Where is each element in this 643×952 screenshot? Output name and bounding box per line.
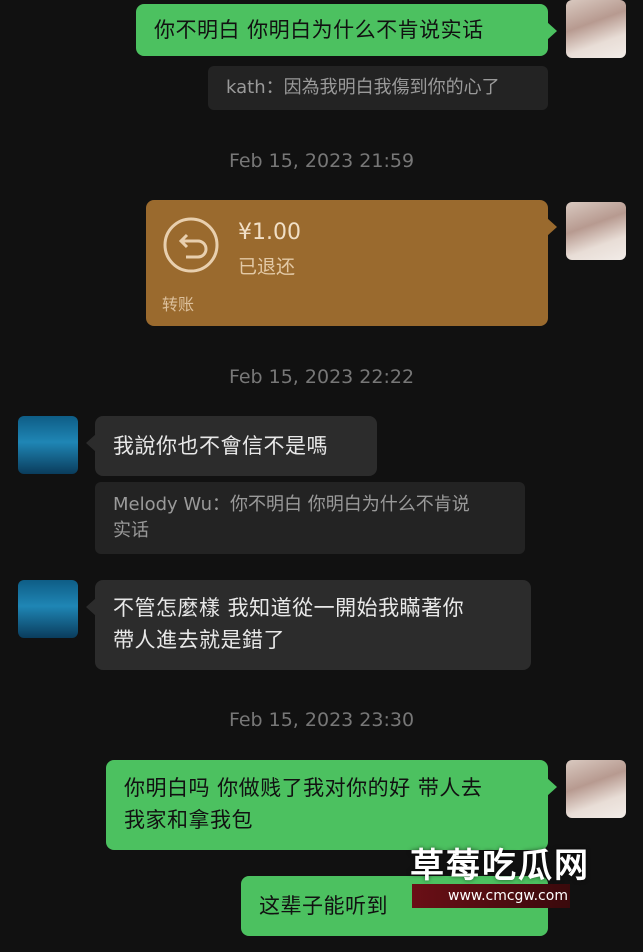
transfer-card[interactable]: ¥1.00 已退还 转账 [146,200,557,326]
timestamp: Feb 15, 2023 21:59 [228,150,415,172]
quoted-text: kath：因為我明白我傷到你的心了 [226,77,500,98]
transfer-amount: ¥1.00 [238,220,301,245]
message-text: 你不明白 你明白为什么不肯说实话 [154,18,484,42]
timestamp: Feb 15, 2023 23:30 [228,709,415,731]
quoted-text: Melody Wu：你不明白 你明白为什么不肯说 [113,494,470,515]
message-bubble-sent[interactable]: 你不明白 你明白为什么不肯说实话 [136,4,557,56]
message-text: 我說你也不會信不是嗎 [113,434,328,458]
message-text: 不管怎麼樣 我知道從一開始我瞞著你 [113,596,465,620]
watermark-url: www.cmcgw.com [412,884,570,908]
message-text: 这辈子能听到 [259,894,388,918]
message-text: 帶人進去就是錯了 [113,628,285,652]
quoted-message[interactable]: kath：因為我明白我傷到你的心了 [208,66,548,110]
message-bubble-received[interactable]: 不管怎麼樣 我知道從一開始我瞞著你 帶人進去就是錯了 [86,580,531,670]
return-icon [162,216,220,274]
avatar-self[interactable] [566,202,626,260]
quoted-message[interactable]: Melody Wu：你不明白 你明白为什么不肯说 实话 [95,482,525,554]
transfer-status: 已退还 [238,256,296,278]
avatar-contact[interactable] [18,580,78,638]
avatar-self[interactable] [566,760,626,818]
message-text: 你明白吗 你做贱了我对你的好 带人去 [124,776,483,800]
quoted-text: 实话 [113,520,149,541]
avatar-contact[interactable] [18,416,78,474]
avatar-self[interactable] [566,0,626,58]
message-bubble-sent[interactable]: 你明白吗 你做贱了我对你的好 带人去 我家和拿我包 [106,760,557,850]
watermark-title: 草莓吃瓜网 [410,846,590,886]
timestamp: Feb 15, 2023 22:22 [228,366,415,388]
message-bubble-received[interactable]: 我說你也不會信不是嗎 [86,416,377,476]
transfer-label: 转账 [162,295,195,314]
message-text: 我家和拿我包 [124,808,253,832]
